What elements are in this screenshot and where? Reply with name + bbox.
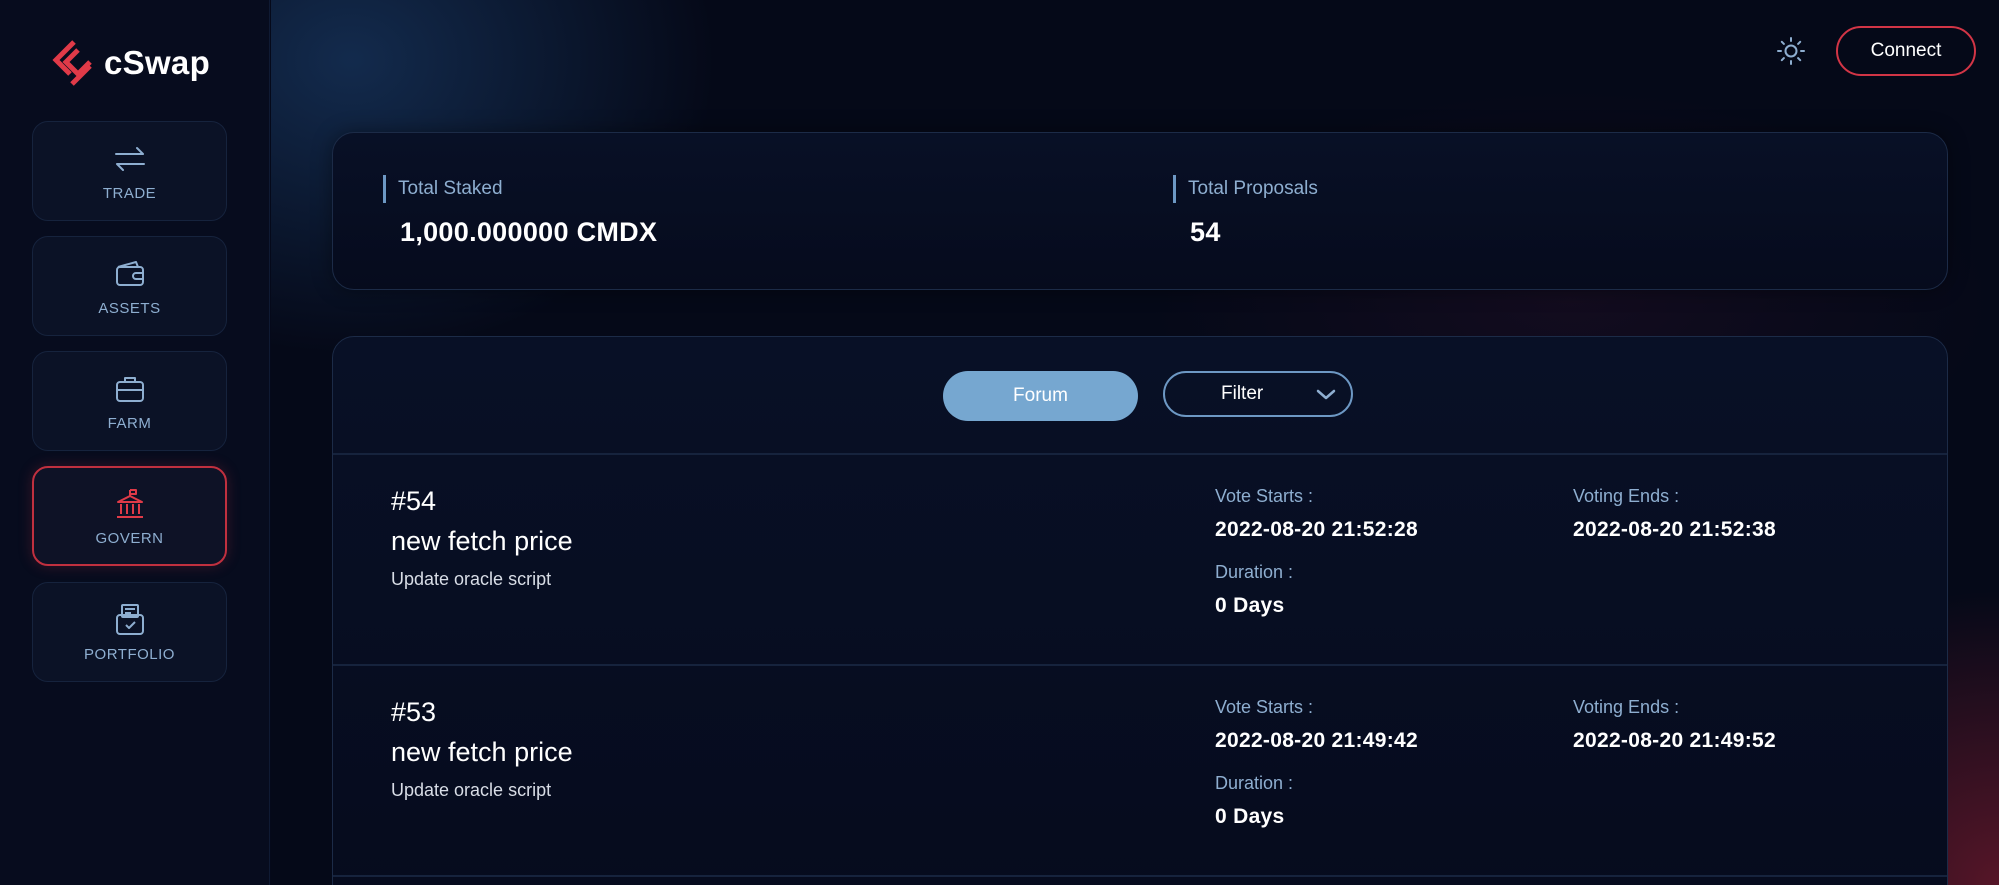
app-name: cSwap — [104, 44, 211, 81]
forum-button[interactable]: Forum — [943, 371, 1138, 421]
sidebar-item-label: PORTFOLIO — [84, 645, 175, 663]
total-staked-value: 1,000.000000 CMDX — [400, 217, 658, 247]
logo[interactable]: cSwap — [50, 38, 210, 88]
total-proposals-label: Total Proposals — [1173, 175, 1318, 203]
total-staked-stat: Total Staked 1,000.000000 CMDX — [383, 175, 657, 248]
sidebar-item-label: TRADE — [102, 184, 157, 202]
proposal-title: new fetch price — [391, 737, 573, 767]
arrows-swap-icon — [113, 141, 147, 177]
voting-ends-label: Voting Ends : — [1573, 486, 1680, 506]
proposal-number: #54 — [391, 486, 437, 516]
sidebar-item-portfolio[interactable]: PORTFOLIO — [32, 582, 227, 682]
voting-ends-label: Voting Ends : — [1573, 697, 1680, 717]
sidebar: cSwap TRADE ASSETS FARM GOVERN PORTFOLIO — [0, 0, 270, 885]
proposal-item[interactable]: #54 new fetch price Update oracle script… — [333, 454, 1947, 664]
connect-button[interactable]: Connect — [1836, 26, 1976, 76]
proposals-card: Forum Filter #54 new fetch price Update … — [332, 336, 1948, 885]
chevron-down-icon — [1315, 386, 1337, 408]
voting-ends-value: 2022-08-20 21:52:38 — [1573, 518, 1777, 541]
wallet-icon — [114, 256, 146, 292]
proposal-number: #53 — [391, 697, 437, 727]
total-proposals-stat: Total Proposals 54 — [1173, 175, 1318, 248]
total-proposals-value: 54 — [1190, 217, 1221, 247]
proposal-item[interactable]: #53 new fetch price Update oracle script… — [333, 665, 1947, 875]
vote-starts-value: 2022-08-20 21:52:28 — [1215, 518, 1419, 541]
proposal-description: Update oracle script — [391, 780, 552, 800]
sidebar-item-label: FARM — [107, 414, 152, 432]
briefcase-icon — [114, 371, 146, 407]
sidebar-item-farm[interactable]: FARM — [32, 351, 227, 451]
vote-starts-label: Vote Starts : — [1215, 697, 1314, 717]
voting-ends-value: 2022-08-20 21:49:52 — [1573, 729, 1777, 752]
duration-value: 0 Days — [1215, 805, 1285, 828]
proposal-title: new fetch price — [391, 526, 573, 556]
sun-icon[interactable] — [1776, 36, 1806, 71]
duration-value: 0 Days — [1215, 594, 1285, 617]
cswap-logo-icon — [52, 40, 92, 86]
duration-label: Duration : — [1215, 773, 1294, 793]
proposal-description: Update oracle script — [391, 569, 552, 589]
sidebar-item-assets[interactable]: ASSETS — [32, 236, 227, 336]
sidebar-item-trade[interactable]: TRADE — [32, 121, 227, 221]
vote-starts-label: Vote Starts : — [1215, 486, 1314, 506]
duration-label: Duration : — [1215, 562, 1294, 582]
divider — [333, 875, 1947, 877]
sidebar-item-label: ASSETS — [98, 299, 161, 317]
filter-label: Filter — [1221, 383, 1264, 404]
bank-icon — [115, 486, 145, 522]
sidebar-item-govern[interactable]: GOVERN — [32, 466, 227, 566]
total-staked-label: Total Staked — [383, 175, 657, 203]
sidebar-item-label: GOVERN — [95, 529, 164, 547]
stats-card: Total Staked 1,000.000000 CMDX Total Pro… — [332, 132, 1948, 290]
vote-starts-value: 2022-08-20 21:49:42 — [1215, 729, 1419, 752]
filter-dropdown[interactable]: Filter — [1163, 371, 1353, 417]
portfolio-icon — [114, 602, 146, 638]
